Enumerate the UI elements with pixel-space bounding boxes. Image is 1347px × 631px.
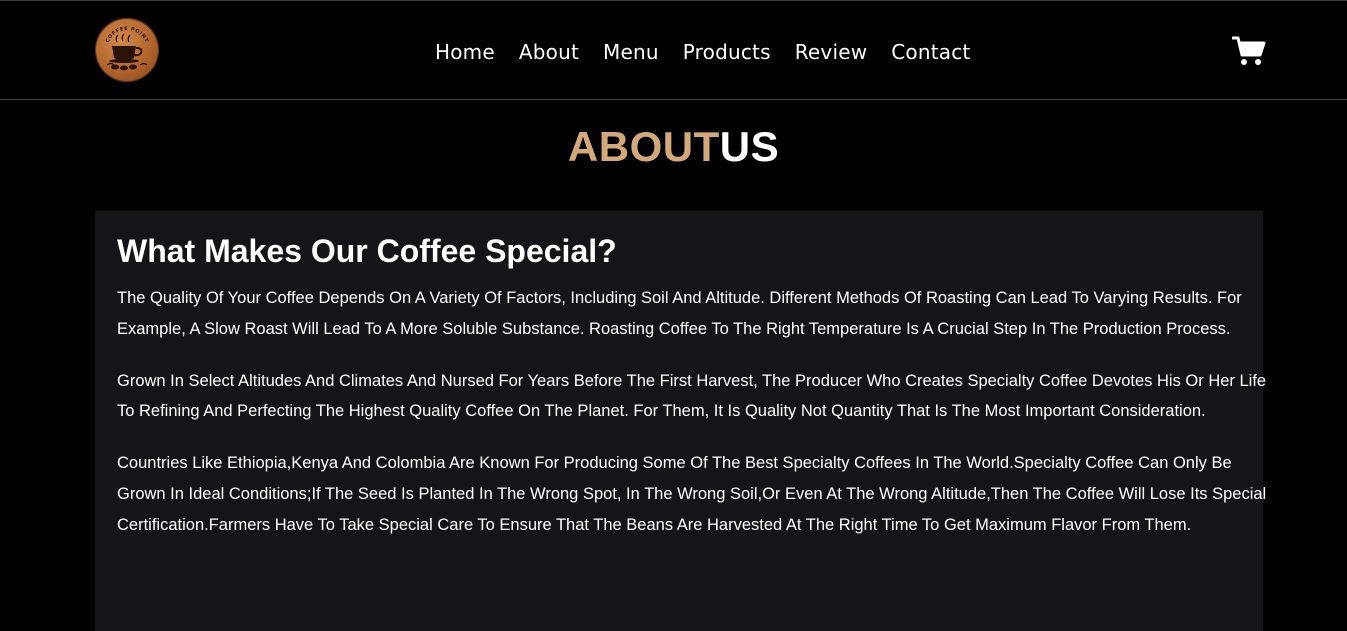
nav-contact-link[interactable]: Contact	[891, 39, 970, 65]
main-nav: Home About Menu Products Review Contact	[435, 39, 970, 65]
nav-home-link[interactable]: Home	[435, 39, 495, 65]
nav-menu-link[interactable]: Menu	[603, 39, 659, 65]
about-content-card: What Makes Our Coffee Special? The Quali…	[95, 211, 1266, 631]
about-paragraph: The Quality Of Your Coffee Depends On A …	[117, 289, 1242, 338]
nav-about-link[interactable]: About	[519, 39, 579, 65]
about-paragraph: Grown In Select Altitudes And Climates A…	[117, 371, 1267, 421]
nav-products-link[interactable]: Products	[683, 39, 771, 65]
svg-text:COFFEE POINT: COFFEE POINT	[105, 26, 150, 44]
about-paragraph: Countries Like Ethiopia,Kenya And Colomb…	[117, 454, 1267, 534]
coffee-point-logo[interactable]: COFFEE POINT	[95, 18, 159, 82]
section-title-rest: US	[719, 123, 780, 170]
shopping-cart-icon[interactable]	[1231, 35, 1266, 67]
nav-review-link[interactable]: Review	[795, 39, 868, 65]
section-title-accent: ABOUT	[567, 123, 720, 170]
site-header: COFFEE POINT Home About Menu Products Re…	[0, 0, 1347, 100]
coffee-cup-logo-icon: COFFEE POINT	[105, 26, 150, 71]
about-heading: What Makes Our Coffee Special?	[117, 233, 617, 269]
section-title: ABOUTUS	[0, 122, 1347, 172]
